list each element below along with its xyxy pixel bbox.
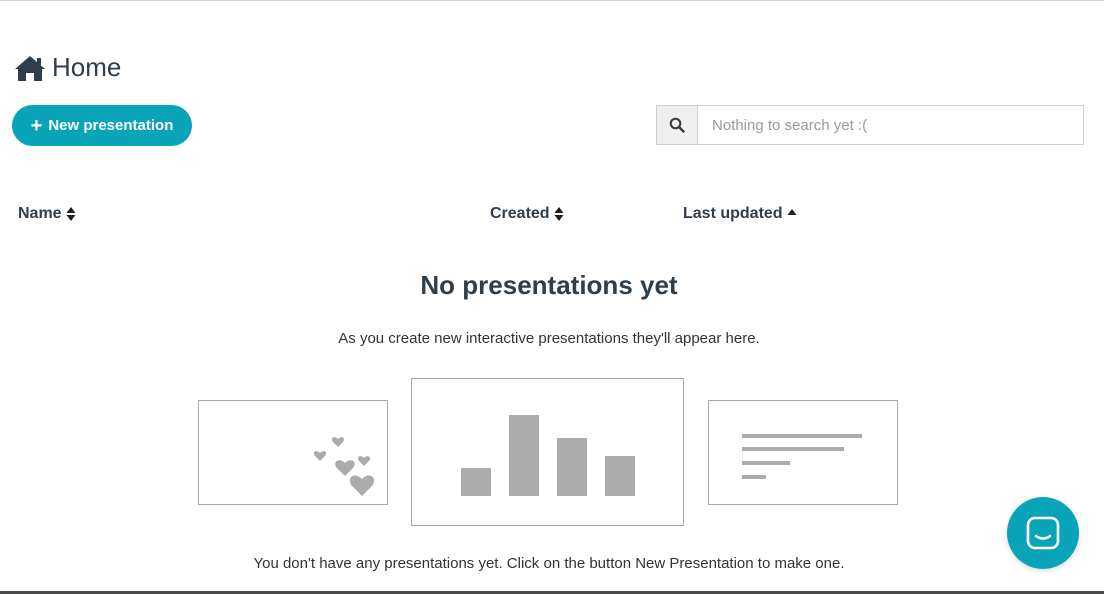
- search-button[interactable]: [656, 105, 698, 145]
- column-header-label: Last updated: [683, 205, 783, 222]
- text-slide-illustration: [708, 400, 898, 505]
- sort-icon: [66, 207, 76, 221]
- heart-shape: [335, 460, 355, 476]
- heart-shape: [357, 456, 371, 466]
- hearts-slide-illustration: [198, 400, 388, 505]
- empty-state-subtitle: As you create new interactive presentati…: [338, 330, 760, 347]
- page-title: Home: [14, 52, 121, 83]
- heart-shape: [331, 437, 345, 447]
- sort-ascending-icon: [787, 209, 797, 215]
- illustration-line: [742, 447, 844, 451]
- home-icon: [15, 55, 45, 81]
- illustration-line: [742, 475, 766, 479]
- new-presentation-label: New presentation: [48, 117, 174, 134]
- column-header-name[interactable]: Name: [18, 205, 76, 223]
- column-header-label: Created: [490, 205, 550, 222]
- illustration-bar: [605, 456, 635, 496]
- plus-icon: +: [30, 114, 43, 137]
- heart-shape: [349, 475, 375, 496]
- column-header-created[interactable]: Created: [490, 205, 564, 223]
- bar-chart-slide-illustration: [411, 378, 684, 526]
- column-header-label: Name: [18, 205, 62, 222]
- heart-shape: [313, 451, 327, 461]
- illustration-bar: [557, 438, 587, 496]
- top-divider: [0, 0, 1104, 1]
- chat-icon: [1026, 516, 1060, 550]
- page-title-text: Home: [52, 52, 122, 82]
- empty-state-title: No presentations yet: [420, 270, 678, 300]
- illustration-bar: [461, 468, 491, 496]
- column-header-last-updated[interactable]: Last updated: [683, 205, 797, 223]
- sort-icon: [554, 207, 564, 221]
- search-input[interactable]: [698, 105, 1084, 145]
- search-bar: [656, 105, 1084, 145]
- illustration-bar: [509, 415, 539, 496]
- empty-state-footer: You don't have any presentations yet. Cl…: [253, 555, 845, 572]
- illustration-line: [742, 461, 790, 465]
- chat-launcher-button[interactable]: [1007, 497, 1079, 569]
- illustration-line: [742, 434, 862, 438]
- search-icon: [669, 117, 685, 133]
- new-presentation-button[interactable]: + New presentation: [12, 105, 192, 146]
